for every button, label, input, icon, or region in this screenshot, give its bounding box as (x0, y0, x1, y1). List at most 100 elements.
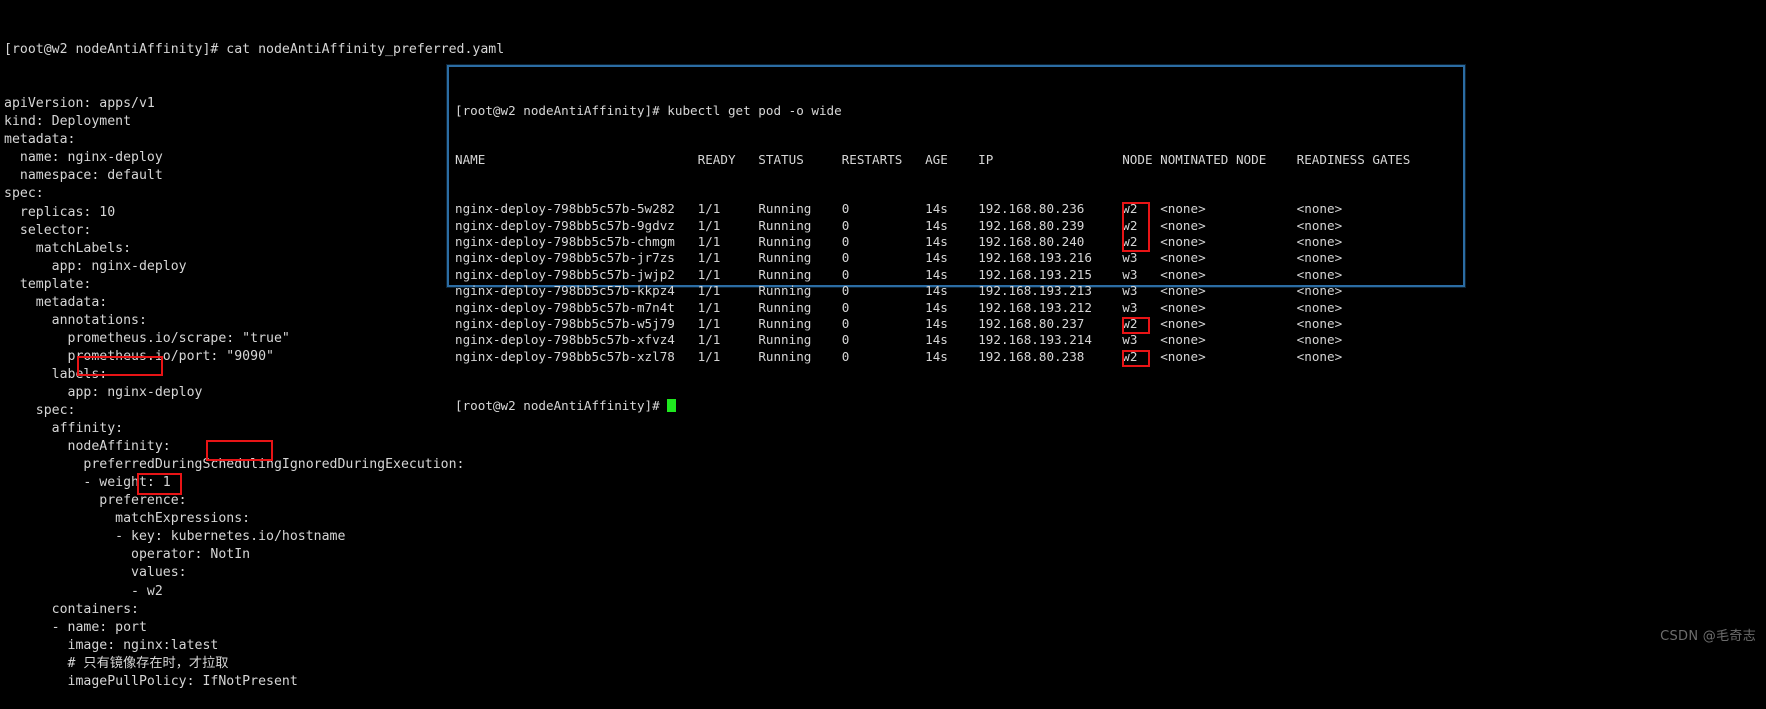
cell-ready: 1/1 (697, 299, 759, 315)
cell-restarts: 0 (841, 217, 926, 233)
cell-ip: 192.168.80.236 (978, 201, 1123, 217)
cell-ready: 1/1 (697, 250, 759, 266)
table-row: nginx-deploy-798bb5c57b-w5j79 1/1 Runnin… (455, 316, 1463, 332)
overlay-prompt-line: [root@w2 nodeAntiAffinity]# kubectl get … (455, 102, 842, 118)
cell-pod-name: nginx-deploy-798bb5c57b-m7n4t (455, 299, 698, 315)
terminal-cursor (667, 398, 677, 412)
cell-nominated-node: <none> (1160, 315, 1297, 331)
cell-pod-name: nginx-deploy-798bb5c57b-xfvz4 (455, 332, 698, 348)
cell-nominated-node: <none> (1160, 348, 1297, 364)
cell-pod-name: nginx-deploy-798bb5c57b-9gdvz (455, 217, 698, 233)
cell-ip: 192.168.80.239 (978, 217, 1123, 233)
table-row: nginx-deploy-798bb5c57b-chmgm 1/1 Runnin… (455, 234, 1463, 250)
cell-readiness-gates: <none> (1296, 266, 1343, 282)
cell-restarts: 0 (841, 315, 926, 331)
cell-nominated-node: <none> (1160, 234, 1297, 249)
cell-age: 14s (925, 250, 979, 266)
table-header-row: NAME READY STATUS RESTARTS AGE IP NODE N… (455, 152, 1411, 168)
table-row: nginx-deploy-798bb5c57b-kkpz4 1/1 Runnin… (455, 283, 1463, 299)
pod-table: nginx-deploy-798bb5c57b-5w282 1/1 Runnin… (455, 201, 1463, 365)
cell-nominated-node: <none> (1160, 201, 1297, 217)
table-row: nginx-deploy-798bb5c57b-xfvz4 1/1 Runnin… (455, 332, 1463, 348)
cell-restarts: 0 (841, 234, 926, 249)
cell-restarts: 0 (841, 283, 926, 299)
cell-node: w2 (1122, 348, 1161, 364)
cell-age: 14s (925, 315, 979, 331)
cell-node: w3 (1122, 266, 1161, 282)
cell-nominated-node: <none> (1160, 299, 1297, 315)
cell-ip: 192.168.193.213 (978, 283, 1123, 299)
cell-pod-name: nginx-deploy-798bb5c57b-jr7zs (455, 250, 698, 266)
overlay-terminal-window[interactable]: [root@w2 nodeAntiAffinity]# kubectl get … (447, 65, 1465, 413)
cell-ready: 1/1 (697, 315, 759, 331)
cell-nominated-node: <none> (1160, 217, 1297, 233)
overlay-terminal-body[interactable]: [root@w2 nodeAntiAffinity]# kubectl get … (449, 67, 1463, 413)
cell-status: Running (758, 250, 842, 266)
table-row: nginx-deploy-798bb5c57b-9gdvz 1/1 Runnin… (455, 218, 1463, 234)
cell-readiness-gates: <none> (1296, 299, 1343, 315)
cell-pod-name: nginx-deploy-798bb5c57b-5w282 (455, 201, 698, 217)
cell-ready: 1/1 (697, 217, 759, 233)
cell-status: Running (758, 299, 842, 315)
cell-pod-name: nginx-deploy-798bb5c57b-jwjp2 (455, 266, 698, 282)
cell-node: w2 (1122, 201, 1161, 217)
watermark: CSDN @毛奇志 (1660, 629, 1756, 644)
cell-readiness-gates: <none> (1296, 315, 1343, 331)
overlay-final-prompt[interactable]: [root@w2 nodeAntiAffinity]# (455, 398, 1463, 414)
yaml-line: - w2 (4, 583, 163, 599)
table-row: nginx-deploy-798bb5c57b-jr7zs 1/1 Runnin… (455, 250, 1463, 266)
table-row: nginx-deploy-798bb5c57b-m7n4t 1/1 Runnin… (455, 300, 1463, 316)
cell-age: 14s (925, 217, 979, 233)
cell-readiness-gates: <none> (1296, 201, 1343, 217)
cell-status: Running (758, 201, 842, 217)
cell-restarts: 0 (841, 250, 926, 266)
yaml-line: imagePullPolicy: IfNotPresent (4, 673, 298, 689)
cell-restarts: 0 (841, 332, 926, 348)
yaml-line: preferredDuringSchedulingIgnoredDuringEx… (4, 457, 465, 473)
cell-readiness-gates: <none> (1296, 217, 1343, 233)
cell-pod-name: nginx-deploy-798bb5c57b-w5j79 (455, 315, 698, 331)
cell-age: 14s (925, 299, 979, 315)
cell-readiness-gates: <none> (1296, 250, 1343, 266)
cell-node: w2 (1122, 315, 1161, 331)
base-prompt-line: [root@w2 nodeAntiAffinity]# cat nodeAnti… (4, 42, 505, 58)
cell-age: 14s (925, 266, 979, 282)
cell-pod-name: nginx-deploy-798bb5c57b-kkpz4 (455, 283, 698, 299)
cell-readiness-gates: <none> (1296, 332, 1343, 348)
cell-readiness-gates: <none> (1296, 283, 1343, 299)
yaml-line: operator: NotIn (4, 547, 251, 563)
cell-nominated-node: <none> (1160, 266, 1297, 282)
yaml-line: - key: kubernetes.io/hostname (4, 529, 346, 545)
cell-status: Running (758, 266, 842, 282)
cell-age: 14s (925, 332, 979, 348)
yaml-line: - weight: 1 (4, 475, 171, 491)
cell-age: 14s (925, 348, 979, 364)
cell-ip: 192.168.80.238 (978, 348, 1123, 364)
cell-pod-name: nginx-deploy-798bb5c57b-chmgm (455, 234, 698, 249)
cell-ready: 1/1 (697, 348, 759, 364)
yaml-line: containers: (4, 601, 139, 617)
cell-age: 14s (925, 234, 979, 249)
cell-nominated-node: <none> (1160, 332, 1297, 348)
yaml-line: preference: (4, 493, 187, 509)
cell-status: Running (758, 283, 842, 299)
cell-node: w2 (1122, 217, 1161, 233)
cell-ready: 1/1 (697, 266, 759, 282)
cell-nominated-node: <none> (1160, 283, 1297, 299)
cell-age: 14s (925, 201, 979, 217)
cell-status: Running (758, 348, 842, 364)
cell-readiness-gates: <none> (1296, 348, 1343, 364)
cell-ip: 192.168.193.214 (978, 332, 1123, 348)
cell-status: Running (758, 217, 842, 233)
cell-restarts: 0 (841, 201, 926, 217)
cell-node: w3 (1122, 332, 1161, 348)
cell-readiness-gates: <none> (1296, 234, 1343, 249)
cell-node: w3 (1122, 283, 1161, 299)
yaml-line: matchExpressions: (4, 511, 251, 527)
cell-ip: 192.168.193.215 (978, 266, 1123, 282)
cell-ready: 1/1 (697, 201, 759, 217)
cell-ready: 1/1 (697, 283, 759, 299)
yaml-line: # 只有镜像存在时，才拉取 (4, 655, 229, 671)
cell-status: Running (758, 234, 842, 249)
table-row: nginx-deploy-798bb5c57b-jwjp2 1/1 Runnin… (455, 267, 1463, 283)
